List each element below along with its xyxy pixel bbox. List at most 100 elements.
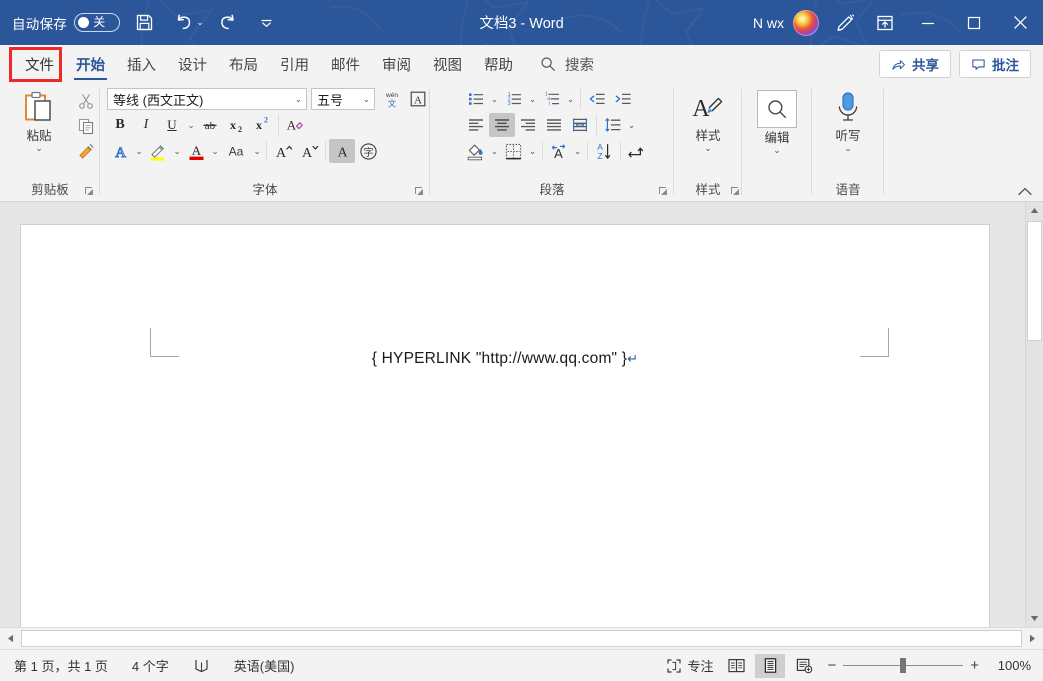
customize-quick-access-toolbar-button[interactable]: [252, 8, 282, 38]
italic-button[interactable]: I: [133, 113, 159, 137]
sort-button[interactable]: A Z: [591, 139, 617, 163]
scroll-left-button[interactable]: [0, 629, 21, 648]
underline-caret-icon[interactable]: ⌄: [185, 113, 197, 137]
undo-dropdown-caret-icon[interactable]: ⌄: [196, 17, 204, 28]
change-case-caret-icon[interactable]: ⌄: [251, 139, 263, 163]
tab-design[interactable]: 设计: [167, 45, 218, 83]
enclose-character-button[interactable]: 字: [355, 139, 381, 163]
web-layout-button[interactable]: [789, 654, 819, 678]
tab-insert[interactable]: 插入: [116, 45, 167, 83]
tab-references[interactable]: 引用: [269, 45, 320, 83]
text-effects-caret-icon[interactable]: ⌄: [133, 139, 145, 163]
focus-mode-button[interactable]: 专注: [662, 654, 717, 678]
line-spacing-button[interactable]: [600, 113, 626, 137]
horizontal-scroll-thumb[interactable]: [21, 630, 1022, 647]
zoom-slider[interactable]: − +: [823, 658, 983, 673]
avatar[interactable]: [793, 10, 819, 36]
borders-caret-icon[interactable]: ⌄: [527, 139, 539, 163]
page-indicator[interactable]: 第 1 页，共 1 页: [10, 654, 112, 678]
print-layout-button[interactable]: [755, 654, 785, 678]
document-scroll-region[interactable]: { HYPERLINK "http://www.qq.com" }↵: [0, 202, 1025, 627]
character-shading-button[interactable]: A: [329, 139, 355, 163]
multilevel-list-button[interactable]: 1 a i: [539, 87, 565, 111]
clear-formatting-button[interactable]: A: [282, 113, 308, 137]
bullets-button[interactable]: [463, 87, 489, 111]
strikethrough-button[interactable]: ab: [197, 113, 223, 137]
dictate-dropdown-caret-icon[interactable]: ⌄: [844, 144, 852, 153]
editing-dropdown-caret-icon[interactable]: ⌄: [773, 146, 781, 155]
tab-file[interactable]: 文件: [14, 45, 65, 83]
horizontal-scroll-track[interactable]: [21, 629, 1022, 648]
bullets-caret-icon[interactable]: ⌄: [489, 87, 501, 111]
paste-dropdown-caret-icon[interactable]: ⌄: [35, 144, 43, 153]
change-case-button[interactable]: Aa: [221, 139, 251, 163]
align-left-button[interactable]: [463, 113, 489, 137]
font-color-button[interactable]: A: [183, 139, 209, 163]
ribbon-display-options-button[interactable]: [865, 4, 905, 42]
comments-button[interactable]: 批注: [959, 50, 1031, 78]
zoom-in-button[interactable]: +: [970, 658, 979, 673]
scroll-up-button[interactable]: [1026, 202, 1043, 219]
clipboard-dialog-launcher-icon[interactable]: [83, 185, 95, 197]
tab-review[interactable]: 审阅: [371, 45, 422, 83]
close-button[interactable]: [997, 0, 1043, 45]
cut-button[interactable]: [73, 89, 99, 113]
tab-mailings[interactable]: 邮件: [320, 45, 371, 83]
scroll-right-button[interactable]: [1022, 629, 1043, 648]
collapse-ribbon-button[interactable]: [1017, 186, 1033, 198]
redo-button[interactable]: [213, 8, 243, 38]
asian-layout-button[interactable]: A: [546, 139, 572, 163]
tab-layout[interactable]: 布局: [218, 45, 269, 83]
shrink-font-button[interactable]: A: [296, 139, 322, 163]
underline-button[interactable]: U: [159, 113, 185, 137]
superscript-button[interactable]: x 2: [249, 113, 275, 137]
dictate-button[interactable]: 听写 ⌄: [816, 87, 880, 153]
justify-button[interactable]: [541, 113, 567, 137]
align-right-button[interactable]: [515, 113, 541, 137]
show-formatting-marks-button[interactable]: [624, 139, 650, 163]
language-indicator[interactable]: 英语(美国): [230, 654, 299, 678]
zoom-handle[interactable]: [900, 658, 906, 673]
search-input[interactable]: 搜索: [565, 54, 594, 75]
line-spacing-caret-icon[interactable]: ⌄: [626, 113, 638, 137]
subscript-button[interactable]: x 2: [223, 113, 249, 137]
styles-button[interactable]: A 样式 ⌄: [676, 87, 740, 153]
font-name-caret-icon[interactable]: ⌄: [295, 94, 302, 105]
shading-caret-icon[interactable]: ⌄: [489, 139, 501, 163]
shading-button[interactable]: [463, 139, 489, 163]
font-name-combobox[interactable]: 等线 (西文正文) ⌄: [107, 88, 307, 110]
styles-dropdown-caret-icon[interactable]: ⌄: [704, 144, 712, 153]
proofing-status[interactable]: [189, 654, 214, 678]
undo-button[interactable]: [168, 8, 198, 38]
zoom-track[interactable]: [843, 659, 963, 673]
font-dialog-launcher-icon[interactable]: [413, 185, 425, 197]
phonetic-guide-button[interactable]: wén 文: [379, 87, 405, 111]
ink-pen-button[interactable]: [825, 4, 865, 42]
search-box[interactable]: 搜索: [524, 45, 594, 83]
text-effects-button[interactable]: A: [107, 139, 133, 163]
horizontal-scrollbar[interactable]: [0, 627, 1043, 649]
undo-group[interactable]: ⌄: [168, 8, 204, 38]
vertical-scroll-thumb[interactable]: [1027, 221, 1042, 341]
font-size-caret-icon[interactable]: ⌄: [363, 94, 370, 105]
account-button[interactable]: N wx: [745, 6, 825, 40]
paragraph-dialog-launcher-icon[interactable]: [657, 185, 669, 197]
hyperlink-field-code[interactable]: { HYPERLINK "http://www.qq.com" }: [372, 350, 627, 367]
decrease-indent-button[interactable]: [584, 87, 610, 111]
asian-layout-caret-icon[interactable]: ⌄: [572, 139, 584, 163]
multilevel-caret-icon[interactable]: ⌄: [565, 87, 577, 111]
tab-home[interactable]: 开始: [65, 45, 116, 83]
bold-button[interactable]: B: [107, 113, 133, 137]
paste-button[interactable]: 粘贴 ⌄: [7, 87, 71, 153]
font-color-caret-icon[interactable]: ⌄: [209, 139, 221, 163]
format-painter-button[interactable]: [73, 139, 99, 163]
autosave-toggle[interactable]: 自动保存 关: [12, 13, 120, 33]
minimize-button[interactable]: [905, 0, 951, 45]
copy-button[interactable]: [73, 114, 99, 138]
maximize-button[interactable]: [951, 0, 997, 45]
document-page[interactable]: { HYPERLINK "http://www.qq.com" }↵: [21, 225, 989, 627]
increase-indent-button[interactable]: [610, 87, 636, 111]
highlight-button[interactable]: [145, 139, 171, 163]
editing-button[interactable]: 编辑 ⌄: [745, 87, 809, 155]
tab-help[interactable]: 帮助: [473, 45, 524, 83]
